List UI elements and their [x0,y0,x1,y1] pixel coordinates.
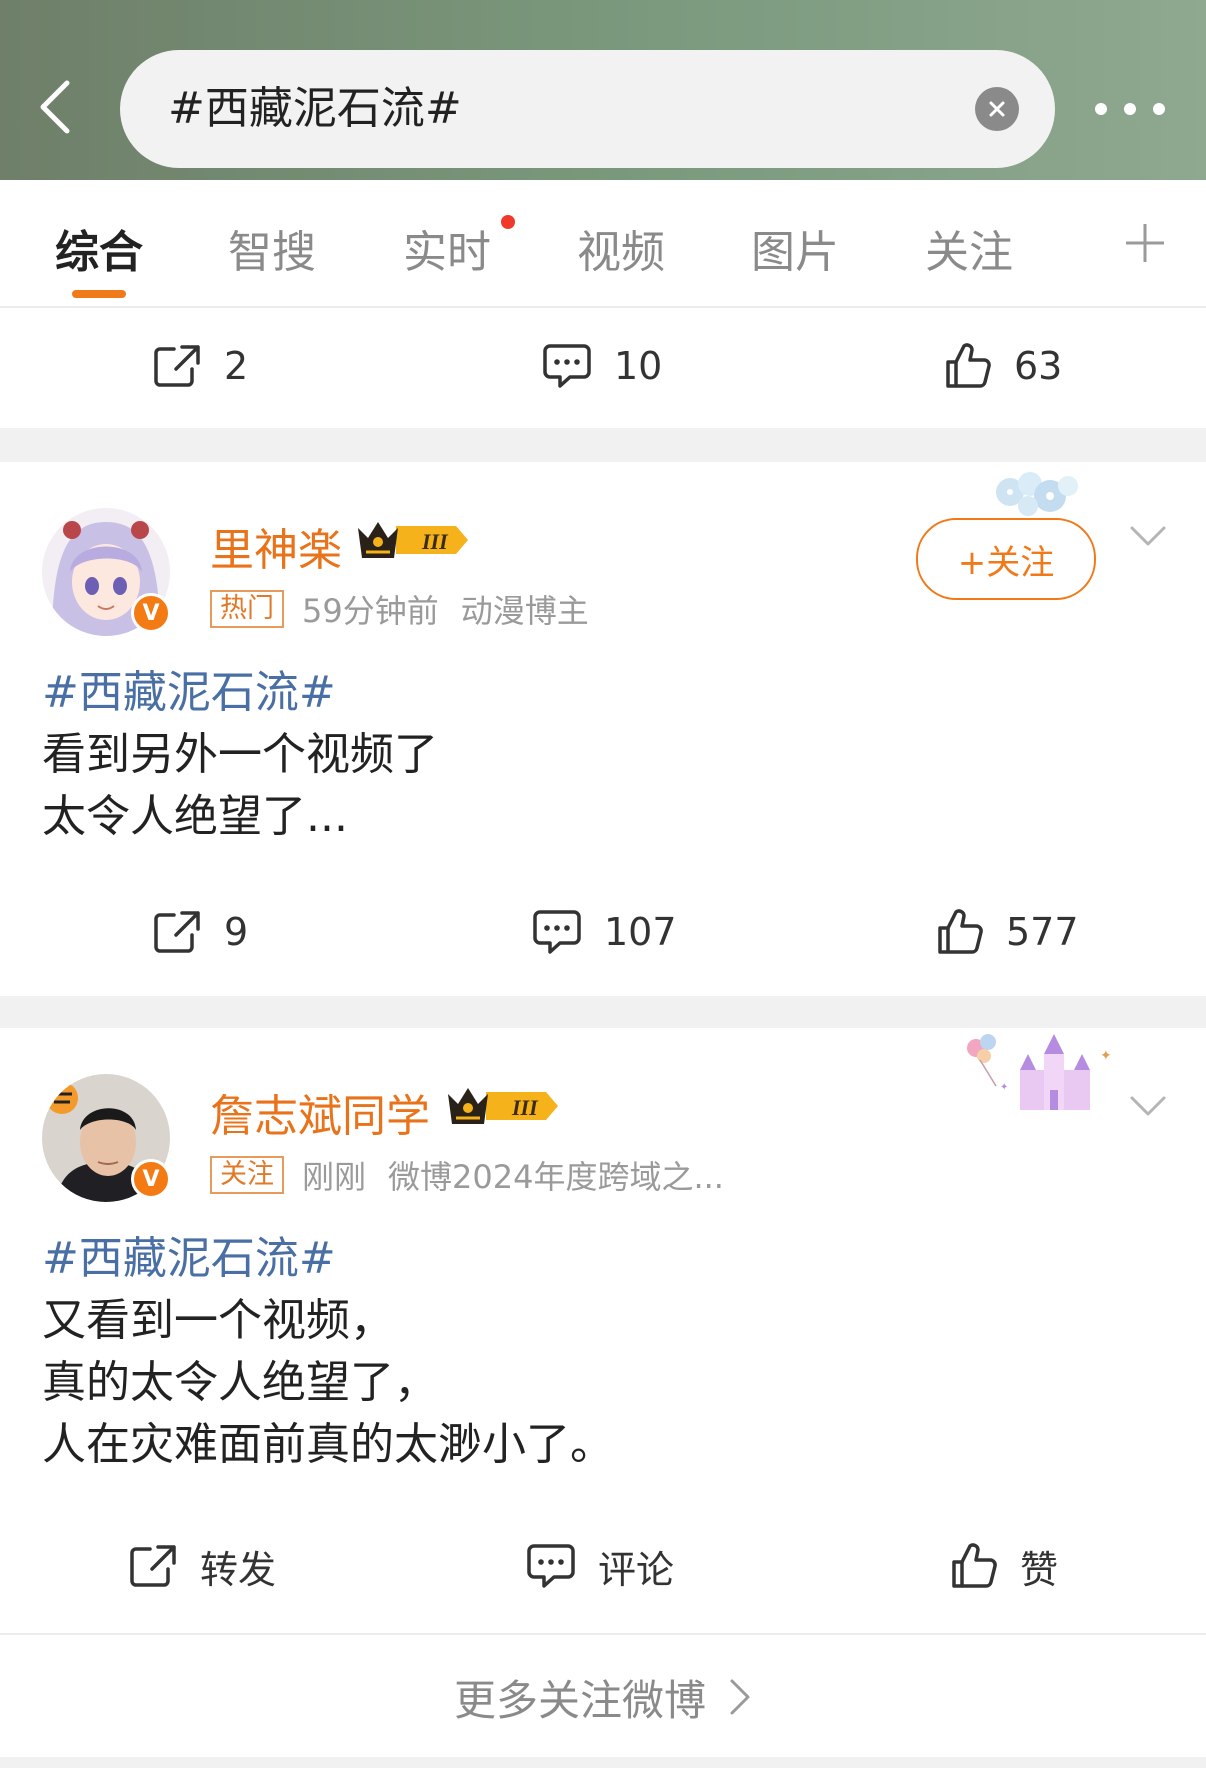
more-link-label: 更多关注微博 [453,1675,706,1725]
like-count: 577 [1006,910,1079,954]
repost-count: 2 [224,344,249,388]
like-icon [938,909,983,954]
comment-label: 评论 [598,1547,675,1592]
follow-button[interactable]: +关注 [916,518,1096,600]
crown-badge-icon: III [358,522,468,558]
like-button[interactable]: 63 [944,306,1062,426]
tab-images[interactable]: 图片 [751,216,839,280]
post-card[interactable]: V 里神楽 III 热门 59分钟前 动漫博主 +关注 #西藏泥石流# 看到另外… [0,462,1206,996]
user-description: 微博2024年度跨域之... [388,1158,724,1196]
castle-decoration-icon: ✦ ✦ [967,1034,1112,1110]
hot-tag: 热门 [210,590,284,628]
plus-icon[interactable] [1124,222,1166,264]
post-line: 看到另外一个视频了 [42,729,438,780]
repost-icon [154,345,200,387]
username[interactable]: 里神楽 [210,514,342,578]
crown-badge-icon: III [448,1088,558,1124]
comment-icon [527,1544,575,1588]
chevron-down-icon[interactable] [1128,1094,1168,1120]
hashtag-link[interactable]: #西藏泥石流# [42,1228,614,1290]
prev-post-actions: 2 10 63 [0,306,1206,426]
repost-button[interactable]: 9 [152,872,248,992]
post-time: 刚刚 [302,1158,367,1196]
svg-text:III: III [511,1095,539,1120]
post-text: #西藏泥石流# 又看到一个视频， 真的太令人绝望了， 人在灾难面前真的太渺小了。 [42,1228,614,1476]
top-bar: #西藏泥石流# [0,0,1206,180]
active-tab-indicator [72,290,126,298]
separator [0,996,1206,1028]
tab-smart-search[interactable]: 智搜 [228,216,316,280]
following-tag: 关注 [210,1156,284,1194]
post-meta: 热门 59分钟前 动漫博主 [210,586,611,632]
like-count: 63 [1014,344,1063,388]
repost-count: 9 [224,910,249,954]
comment-icon [543,344,591,388]
repost-icon [130,1545,176,1587]
post-meta: 关注 刚刚 微博2024年度跨域之... [210,1152,746,1198]
clear-button[interactable] [975,87,1019,131]
tab-realtime[interactable]: 实时 [403,216,491,280]
comment-count: 107 [604,910,677,954]
like-button[interactable]: 577 [936,872,1079,992]
search-input[interactable]: #西藏泥石流# [168,50,462,168]
separator [0,428,1206,462]
more-following-posts-link[interactable]: 更多关注微博 [0,1633,1206,1759]
verified-v-icon: V [131,1159,171,1199]
user-description: 动漫博主 [460,592,589,630]
like-button[interactable]: 赞 [950,1506,1058,1626]
hashtag-link[interactable]: #西藏泥石流# [42,662,438,724]
post-actions: 9 107 577 [0,872,1206,992]
svg-text:✦: ✦ [1000,1082,1008,1093]
tab-comprehensive[interactable]: 综合 [55,216,143,280]
tab-video[interactable]: 视频 [577,216,665,280]
bottom-separator [0,1757,1206,1768]
svg-text:✦: ✦ [1100,1048,1112,1064]
back-arrow-icon [40,80,70,134]
post-line: 又看到一个视频， [42,1295,394,1346]
chevron-down-icon[interactable] [1128,524,1168,550]
comment-icon [533,910,581,954]
comment-button[interactable]: 10 [542,306,662,426]
svg-text:III: III [421,529,449,554]
tab-following[interactable]: 关注 [925,216,1013,280]
post-text: #西藏泥石流# 看到另外一个视频了 太令人绝望了... [42,662,438,848]
like-icon [952,1543,997,1588]
repost-label: 转发 [200,1547,277,1592]
more-icon[interactable] [1095,92,1165,126]
notification-dot [501,215,515,229]
post-actions: 转发 评论 赞 [0,1506,1206,1626]
verified-v-icon: V [131,593,171,633]
username[interactable]: 詹志斌同学 [210,1080,430,1144]
post-card[interactable]: ✦ ✦ V 詹志斌同学 III 关注 刚刚 微博2024年度跨域之... #西藏… [0,1028,1206,1633]
repost-button[interactable]: 2 [152,306,248,426]
chevron-right-icon [730,1679,750,1715]
like-label: 赞 [1020,1547,1059,1592]
post-time: 59分钟前 [302,592,439,630]
post-line: 真的太令人绝望了， [42,1357,438,1408]
back-button[interactable] [30,72,80,142]
repost-icon [154,911,200,953]
comment-count: 10 [614,344,663,388]
search-bar[interactable]: #西藏泥石流# [120,50,1055,168]
comment-button[interactable]: 107 [532,872,677,992]
post-line: 太令人绝望了... [42,791,348,842]
tab-bar: 综合 智搜 实时 视频 图片 关注 [0,180,1206,308]
like-icon [946,343,991,388]
post-line: 人在灾难面前真的太渺小了。 [42,1419,614,1470]
clear-icon [989,101,1005,117]
repost-button[interactable]: 转发 [128,1506,276,1626]
comment-button[interactable]: 评论 [526,1506,674,1626]
